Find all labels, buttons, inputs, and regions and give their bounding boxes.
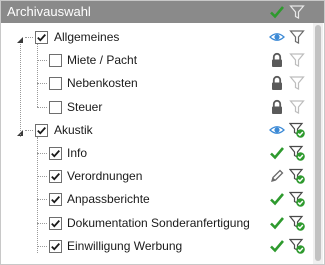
- tree-item-label: Info: [67, 146, 88, 160]
- lock-icon[interactable]: [269, 52, 285, 68]
- tree-connector: [37, 60, 47, 62]
- tree-group-row[interactable]: Allgemeines: [1, 26, 311, 49]
- tree-item-row[interactable]: Nebenkosten: [1, 72, 311, 95]
- checkbox[interactable]: [49, 216, 62, 230]
- tree-connector: [37, 222, 47, 224]
- tree-item-row[interactable]: Steuer: [1, 96, 311, 119]
- panel-title: Archivauswahl: [7, 4, 91, 19]
- checkbox[interactable]: [49, 147, 62, 160]
- tree-item-label: Anpassberichte: [67, 192, 150, 207]
- filter-icon[interactable]: [289, 4, 305, 20]
- tree-connector: [25, 129, 33, 131]
- panel-header: Archivauswahl: [1, 1, 324, 23]
- tree-item-label: Allgemeines: [54, 30, 120, 44]
- tree-item-label: Verordnungen: [67, 169, 143, 184]
- checkbox[interactable]: [49, 54, 62, 68]
- filter-check-icon[interactable]: [288, 168, 305, 184]
- checkbox[interactable]: [35, 123, 48, 137]
- tree-item-label: Steuer: [67, 99, 103, 114]
- tree-connector: [37, 44, 38, 107]
- filter-check-icon[interactable]: [288, 122, 305, 138]
- tree-connector: [25, 37, 33, 38]
- tree-connector: [20, 44, 21, 137]
- filter-check-icon[interactable]: [288, 191, 305, 208]
- vertical-scrollbar[interactable]: [313, 23, 323, 264]
- lock-icon[interactable]: [269, 75, 285, 91]
- tree-connector: [37, 245, 47, 247]
- lock-icon[interactable]: [269, 99, 285, 115]
- tree-item-row[interactable]: Dokumentation Sonderanfertigung: [1, 212, 311, 235]
- tree-item-label: Nebenkosten: [67, 76, 138, 91]
- filter-icon[interactable]: [289, 75, 305, 91]
- tree-item-label: Einwilligung Werbung: [67, 238, 183, 253]
- tree-connector: [37, 106, 47, 108]
- checkmark-icon[interactable]: [269, 145, 285, 161]
- tree-item-row[interactable]: Verordnungen: [1, 165, 311, 188]
- checkmark-icon[interactable]: [269, 238, 285, 254]
- checkmark-icon[interactable]: [269, 215, 285, 231]
- tree-item-label: Dokumentation Sonderanfertigung: [67, 215, 250, 230]
- tree-item-row[interactable]: Einwilligung Werbung: [1, 235, 311, 258]
- tree-item-row[interactable]: Miete / Pacht: [1, 49, 311, 72]
- tree-connector: [37, 199, 47, 201]
- checkbox[interactable]: [49, 239, 62, 253]
- checkbox[interactable]: [49, 100, 62, 114]
- tree-item-label: Akustik: [54, 122, 93, 137]
- filter-check-icon[interactable]: [288, 215, 305, 231]
- filter-icon[interactable]: [289, 52, 305, 68]
- filter-icon[interactable]: [289, 99, 305, 115]
- tree-item-row[interactable]: Info: [1, 142, 311, 165]
- scrollbar-thumb[interactable]: [315, 25, 321, 261]
- tree-connector: [37, 136, 38, 253]
- tree-connector: [37, 83, 47, 85]
- pencil-icon[interactable]: [269, 168, 285, 184]
- archive-selection-panel: Archivauswahl Allgemeines Miete / Pacht Ne…: [0, 0, 325, 265]
- tree-group-row[interactable]: Akustik: [1, 119, 311, 142]
- checkmark-icon[interactable]: [269, 4, 285, 20]
- filter-check-icon[interactable]: [288, 238, 305, 254]
- expand-arrow-icon[interactable]: [16, 33, 24, 43]
- tree-item-label: Miete / Pacht: [67, 53, 138, 68]
- checkmark-icon[interactable]: [269, 191, 285, 207]
- checkbox[interactable]: [49, 170, 62, 184]
- checkbox[interactable]: [49, 193, 62, 207]
- checkbox[interactable]: [49, 77, 62, 91]
- filter-icon[interactable]: [289, 29, 305, 45]
- eye-icon[interactable]: [269, 122, 285, 138]
- tree-item-row[interactable]: Anpassberichte: [1, 188, 311, 211]
- filter-check-icon[interactable]: [288, 145, 305, 161]
- eye-icon[interactable]: [269, 29, 285, 45]
- tree-connector: [37, 176, 47, 178]
- checkbox[interactable]: [35, 31, 48, 44]
- tree-connector: [37, 153, 47, 154]
